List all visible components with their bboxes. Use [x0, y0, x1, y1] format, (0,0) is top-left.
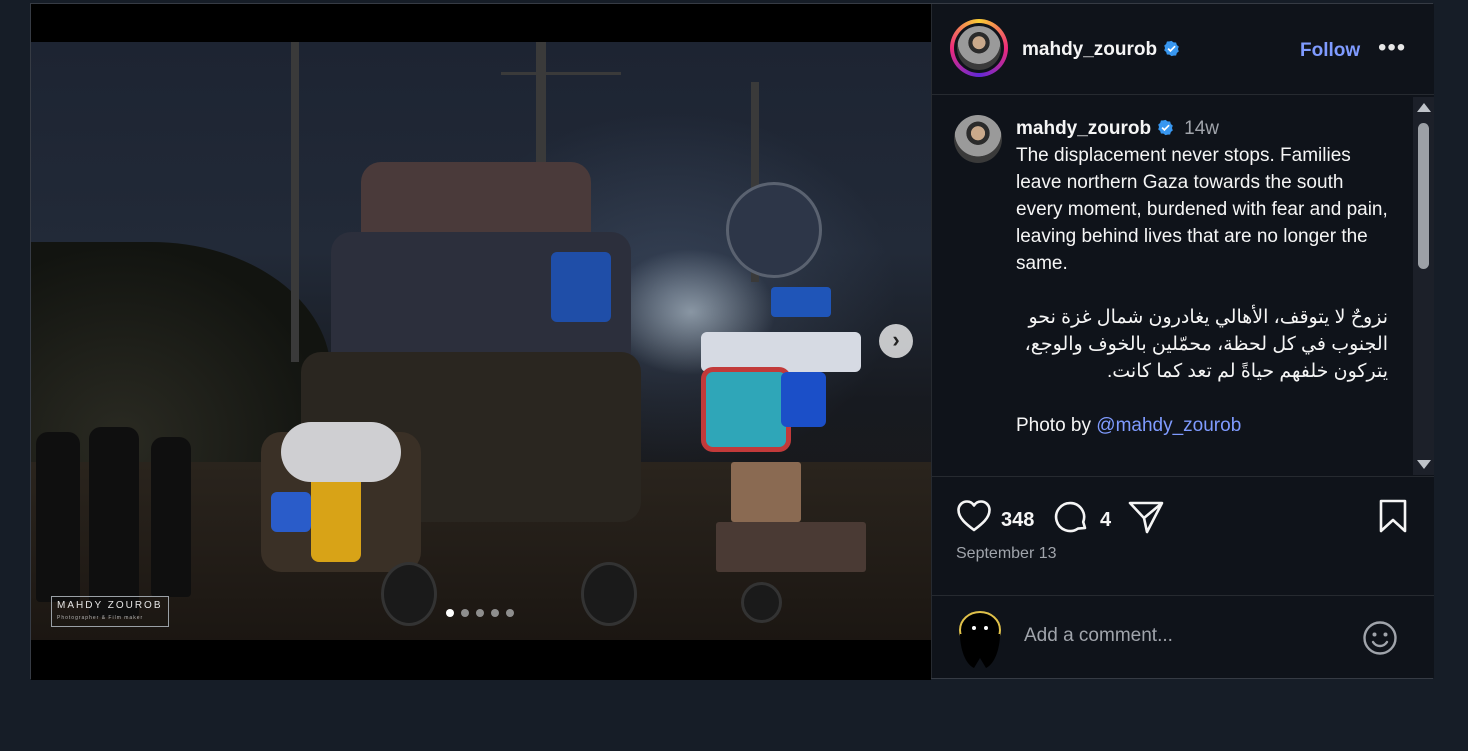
- caption-username[interactable]: mahdy_zourob: [1016, 118, 1151, 139]
- photo-wheel: [581, 562, 637, 626]
- photo-truck: [261, 152, 701, 626]
- photo-load: [771, 287, 831, 317]
- caption-english: The displacement never stops. Families l…: [1016, 145, 1388, 274]
- photo-load: [281, 422, 401, 482]
- photo-watermark: MAHDY ZOUROB Photographer & Film maker: [51, 596, 169, 627]
- author-avatar[interactable]: [950, 19, 1008, 77]
- caption-credit: Photo by @mahdy_zourob: [1016, 412, 1388, 439]
- share-send-icon[interactable]: [1127, 499, 1165, 535]
- comment-composer: [932, 595, 1434, 679]
- carousel-dot[interactable]: [476, 609, 484, 617]
- credit-prefix: Photo by: [1016, 415, 1097, 436]
- caption-area[interactable]: mahdy_zourob 14w The displacement never s…: [932, 95, 1434, 475]
- credit-mention-link[interactable]: @mahdy_zourob: [1096, 415, 1241, 436]
- emoji-picker-icon[interactable]: [1362, 620, 1398, 656]
- avatar-ring-inner: [954, 23, 1004, 73]
- photo-person: [151, 437, 191, 597]
- post-dialog: MAHDY ZOUROB Photographer & Film maker ›…: [30, 3, 1434, 680]
- scroll-up-arrow-icon[interactable]: [1417, 103, 1431, 112]
- photo-load: [731, 462, 801, 522]
- photo-load: [781, 372, 826, 427]
- comment-count[interactable]: 4: [1100, 509, 1111, 532]
- photo-wheel: [741, 582, 782, 623]
- photo-pole-bar: [501, 72, 621, 75]
- avatar-image: [957, 26, 1001, 70]
- photo-load: [701, 367, 791, 452]
- post-side-panel: mahdy_zourob Follow ••• mahdy_zourob 14w …: [931, 4, 1434, 678]
- like-heart-icon[interactable]: [956, 499, 992, 533]
- like-count[interactable]: 348: [1001, 509, 1034, 532]
- photo-load: [716, 522, 866, 572]
- post-photo[interactable]: MAHDY ZOUROB Photographer & Film maker: [31, 42, 931, 640]
- caption-scrollbar[interactable]: [1413, 97, 1434, 475]
- scrollbar-thumb[interactable]: [1418, 123, 1429, 269]
- post-time[interactable]: 14w: [1184, 118, 1219, 139]
- more-options-icon[interactable]: •••: [1378, 34, 1406, 62]
- photo-wheel: [381, 562, 437, 626]
- photo-person: [89, 427, 139, 617]
- verified-badge-icon: [1158, 119, 1173, 136]
- caption-arabic: نزوحٌ لا يتوقف، الأهالي يغادرون شمال غزة…: [1024, 307, 1388, 382]
- post-media: MAHDY ZOUROB Photographer & Film maker ›: [31, 4, 931, 680]
- post-actions: 348 4 September 13: [932, 476, 1434, 595]
- carousel-dot[interactable]: [461, 609, 469, 617]
- follow-button[interactable]: Follow: [1300, 40, 1360, 62]
- carousel-dots: [446, 609, 514, 617]
- carousel-dot[interactable]: [506, 609, 514, 617]
- photo-load: [726, 182, 822, 278]
- bookmark-save-icon[interactable]: [1378, 499, 1408, 533]
- post-date[interactable]: September 13: [956, 545, 1057, 563]
- photo-load: [311, 472, 361, 562]
- chevron-right-icon: ›: [892, 327, 900, 352]
- photo-person: [36, 432, 80, 602]
- watermark-subtitle: Photographer & Film maker: [57, 615, 144, 621]
- user-avatar[interactable]: [954, 608, 1006, 670]
- caption-text: mahdy_zourob 14w The displacement never s…: [1016, 115, 1388, 439]
- photo-load: [551, 252, 611, 322]
- scroll-down-arrow-icon[interactable]: [1417, 460, 1431, 469]
- comment-input[interactable]: [1022, 624, 1326, 648]
- photo-load: [701, 332, 861, 372]
- author-name-row: mahdy_zourob: [1022, 39, 1180, 61]
- carousel-dot[interactable]: [491, 609, 499, 617]
- carousel-next-button[interactable]: ›: [879, 324, 913, 358]
- caption-header: mahdy_zourob 14w: [1016, 115, 1388, 142]
- verified-badge-icon: [1164, 40, 1179, 57]
- caption-avatar[interactable]: [954, 115, 1002, 163]
- author-username[interactable]: mahdy_zourob: [1022, 39, 1157, 60]
- watermark-title: MAHDY ZOUROB: [57, 600, 163, 611]
- photo-load: [271, 492, 311, 532]
- carousel-dot[interactable]: [446, 609, 454, 617]
- post-header: mahdy_zourob Follow •••: [932, 4, 1434, 95]
- comment-bubble-icon[interactable]: [1054, 499, 1090, 535]
- photo-cart: [681, 182, 881, 623]
